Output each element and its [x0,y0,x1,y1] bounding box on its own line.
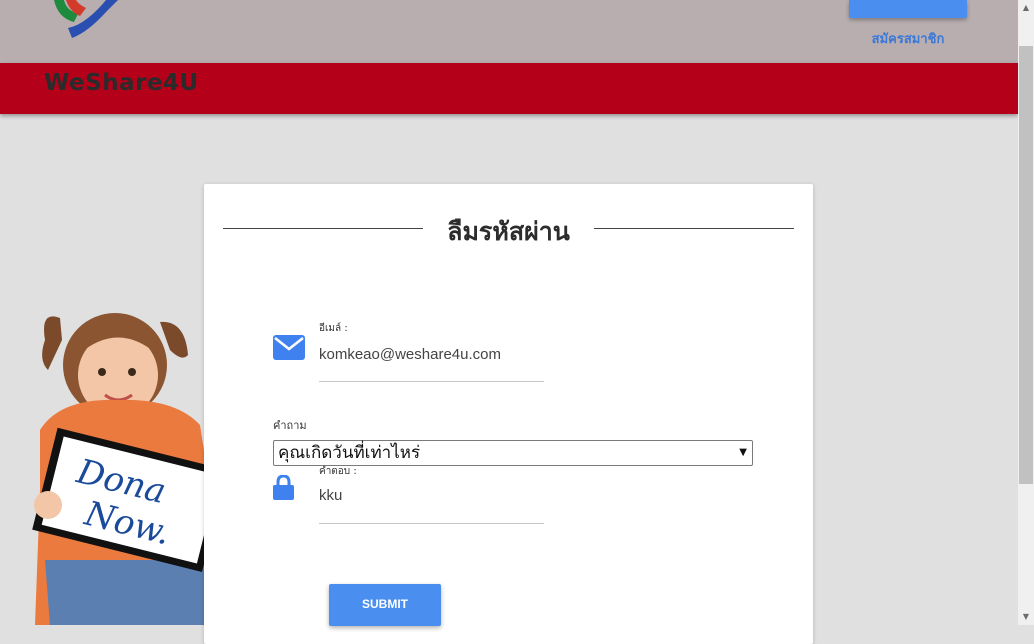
register-link[interactable]: สมัครสมาชิก [848,28,968,49]
page-title: ลืมรหัสผ่าน [437,217,580,246]
envelope-icon [273,335,305,360]
email-underline [319,381,544,382]
forgot-password-card: ลืมรหัสผ่าน อีเมล์ : komkeao@weshare4u.c… [204,184,813,644]
answer-underline [319,523,544,524]
answer-label: คำตอบ : [319,466,357,477]
dropdown-arrow-icon: ▼ [739,447,747,458]
logo-hands-icon [54,0,118,38]
submit-button[interactable]: SUBMIT [329,584,441,626]
scroll-thumb[interactable] [1019,46,1033,484]
email-label: อีเมล์ : [319,323,348,334]
question-select[interactable]: คุณเกิดวันที่เท่าไหร่ ▼ [273,440,753,466]
question-selected-value: คุณเกิดวันที่เท่าไหร่ [278,443,421,463]
brand-name[interactable]: WeShare4U [44,70,199,96]
donate-kid-image: Dona Now. [32,313,210,625]
login-button[interactable] [849,0,967,18]
lock-icon [273,475,294,500]
answer-field[interactable]: kku [319,487,342,504]
question-label: คำถาม [273,419,307,432]
scroll-up-arrow-icon[interactable]: ▲ [1018,0,1034,16]
email-field[interactable]: komkeao@weshare4u.com [319,346,501,363]
vertical-scrollbar[interactable]: ▲ ▼ [1018,0,1034,625]
scroll-down-arrow-icon[interactable]: ▼ [1018,609,1034,625]
top-header: สมัครสมาชิก [0,0,1018,63]
